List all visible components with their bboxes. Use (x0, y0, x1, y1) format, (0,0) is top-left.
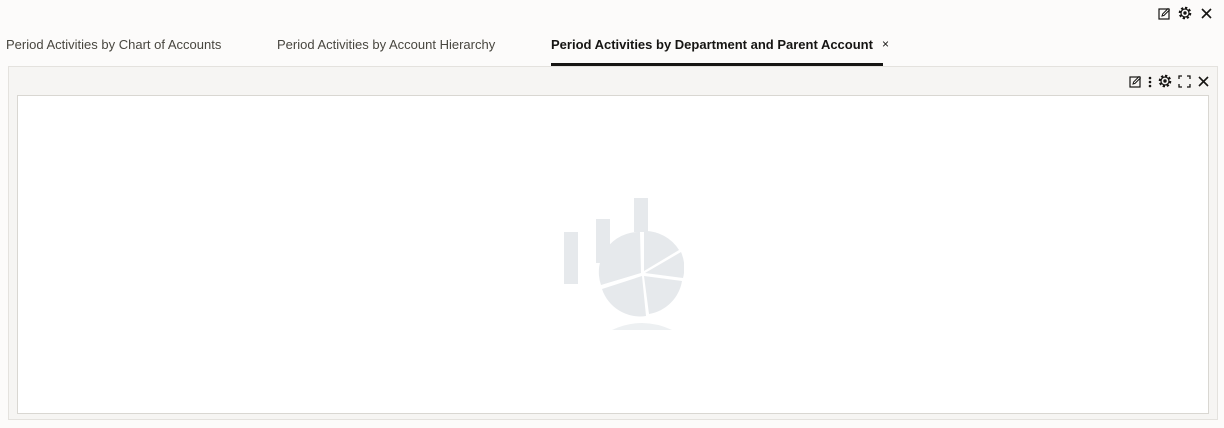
tab-account-hierarchy[interactable]: Period Activities by Account Hierarchy (277, 28, 495, 66)
chart-canvas (17, 95, 1209, 414)
settings-icon[interactable] (1177, 5, 1193, 21)
tab-label: Period Activities by Account Hierarchy (277, 37, 496, 52)
fullscreen-icon[interactable] (1176, 73, 1192, 89)
edit-icon[interactable] (1127, 73, 1143, 89)
window-toolbar (1156, 5, 1214, 21)
tab-bar: Period Activities by Chart of Accounts P… (0, 28, 1224, 66)
tab-department-parent-account[interactable]: Period Activities by Department and Pare… (551, 28, 889, 66)
edit-icon[interactable] (1156, 5, 1172, 21)
tab-close-icon[interactable]: × (882, 37, 889, 51)
tab-label: Period Activities by Chart of Accounts (6, 37, 222, 52)
panel-toolbar (1127, 73, 1211, 89)
chart-placeholder-icon (554, 196, 685, 341)
close-icon[interactable] (1195, 73, 1211, 89)
tab-label: Period Activities by Department and Pare… (551, 37, 873, 52)
more-vertical-icon[interactable] (1146, 73, 1154, 89)
tab-chart-of-accounts[interactable]: Period Activities by Chart of Accounts (6, 28, 221, 66)
settings-icon[interactable] (1157, 73, 1173, 89)
content-panel (8, 66, 1218, 420)
close-icon[interactable] (1198, 5, 1214, 21)
